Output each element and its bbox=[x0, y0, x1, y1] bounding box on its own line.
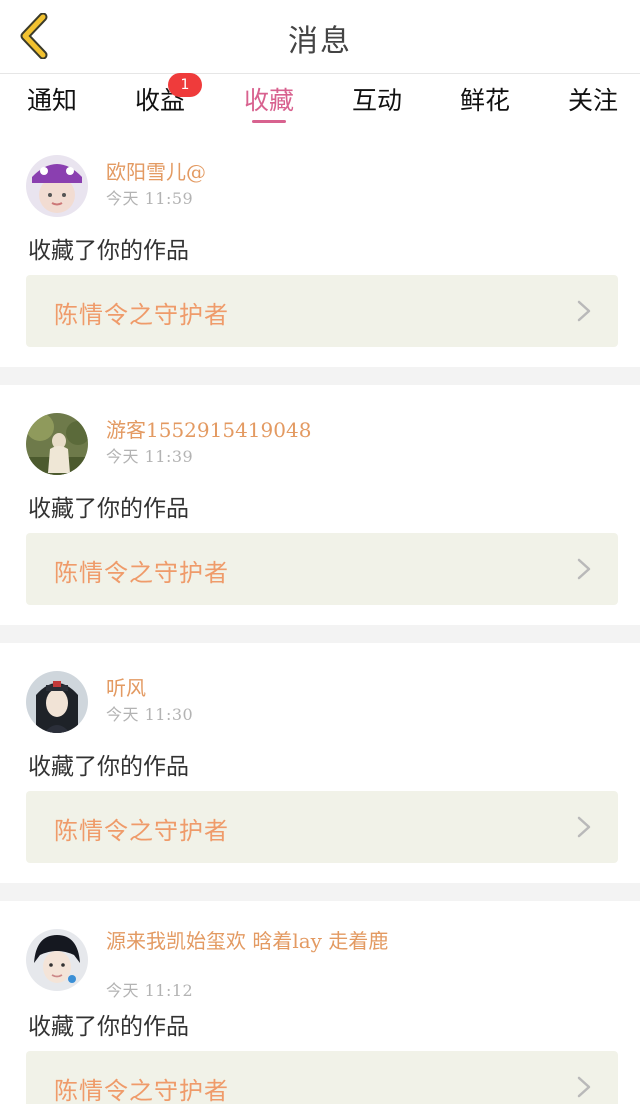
tab-notifications[interactable]: 通知 bbox=[12, 81, 92, 125]
work-link[interactable]: 陈情令之守护者 bbox=[26, 533, 618, 605]
tab-bar: 通知 收益 1 收藏 互动 鲜花 关注 bbox=[0, 73, 640, 127]
timestamp: 今天 11:30 bbox=[106, 705, 194, 724]
unread-badge: 1 bbox=[168, 73, 202, 97]
timestamp: 今天 11:12 bbox=[106, 981, 194, 1000]
chevron-right-icon bbox=[577, 300, 591, 322]
top-bar: 消息 bbox=[0, 0, 640, 74]
username[interactable]: 游客1552915419048 bbox=[106, 419, 406, 441]
work-link[interactable]: 陈情令之守护者 bbox=[26, 1051, 618, 1104]
username[interactable]: 源来我凯始玺欢 晗着lay 走着鹿 bbox=[106, 929, 406, 953]
action-text: 收藏了你的作品 bbox=[28, 1014, 189, 1040]
username[interactable]: 欧阳雪儿@ bbox=[106, 161, 406, 183]
work-title: 陈情令之守护者 bbox=[54, 1077, 229, 1104]
timestamp: 今天 11:59 bbox=[106, 189, 194, 208]
work-title: 陈情令之守护者 bbox=[54, 817, 229, 845]
divider bbox=[0, 625, 640, 643]
message-list: 欧阳雪儿@ 今天 11:59 收藏了你的作品 陈情令之守护者 游客1552915… bbox=[0, 127, 640, 1104]
list-item: 听风 今天 11:30 收藏了你的作品 陈情令之守护者 bbox=[0, 643, 640, 883]
divider bbox=[0, 883, 640, 901]
username[interactable]: 听风 bbox=[106, 677, 406, 699]
timestamp: 今天 11:39 bbox=[106, 447, 194, 466]
action-text: 收藏了你的作品 bbox=[28, 496, 189, 522]
work-title: 陈情令之守护者 bbox=[54, 301, 229, 329]
divider bbox=[0, 367, 640, 385]
chevron-right-icon bbox=[577, 816, 591, 838]
tab-label: 通知 bbox=[26, 86, 77, 115]
avatar[interactable] bbox=[26, 929, 88, 991]
tab-label: 收藏 bbox=[243, 86, 294, 115]
avatar[interactable] bbox=[26, 671, 88, 733]
work-title: 陈情令之守护者 bbox=[54, 559, 229, 587]
tab-favorites[interactable]: 收藏 bbox=[229, 81, 309, 125]
tab-following[interactable]: 关注 bbox=[553, 81, 633, 125]
list-item: 游客1552915419048 今天 11:39 收藏了你的作品 陈情令之守护者 bbox=[0, 385, 640, 625]
chevron-right-icon bbox=[577, 558, 591, 580]
tab-interactions[interactable]: 互动 bbox=[337, 81, 417, 125]
action-text: 收藏了你的作品 bbox=[28, 754, 189, 780]
work-link[interactable]: 陈情令之守护者 bbox=[26, 791, 618, 863]
chevron-right-icon bbox=[577, 1076, 591, 1098]
tab-label: 关注 bbox=[567, 86, 618, 115]
active-tab-indicator bbox=[252, 120, 286, 123]
tab-earnings[interactable]: 收益 1 bbox=[120, 73, 202, 125]
avatar[interactable] bbox=[26, 155, 88, 217]
list-item: 欧阳雪儿@ 今天 11:59 收藏了你的作品 陈情令之守护者 bbox=[0, 127, 640, 367]
avatar[interactable] bbox=[26, 413, 88, 475]
page-title: 消息 bbox=[288, 24, 352, 59]
work-link[interactable]: 陈情令之守护者 bbox=[26, 275, 618, 347]
action-text: 收藏了你的作品 bbox=[28, 238, 189, 264]
tab-flowers[interactable]: 鲜花 bbox=[445, 81, 525, 125]
list-item: 源来我凯始玺欢 晗着lay 走着鹿 今天 11:12 收藏了你的作品 陈情令之守… bbox=[0, 901, 640, 1104]
tab-label: 鲜花 bbox=[459, 86, 510, 115]
tab-label: 互动 bbox=[351, 86, 402, 115]
